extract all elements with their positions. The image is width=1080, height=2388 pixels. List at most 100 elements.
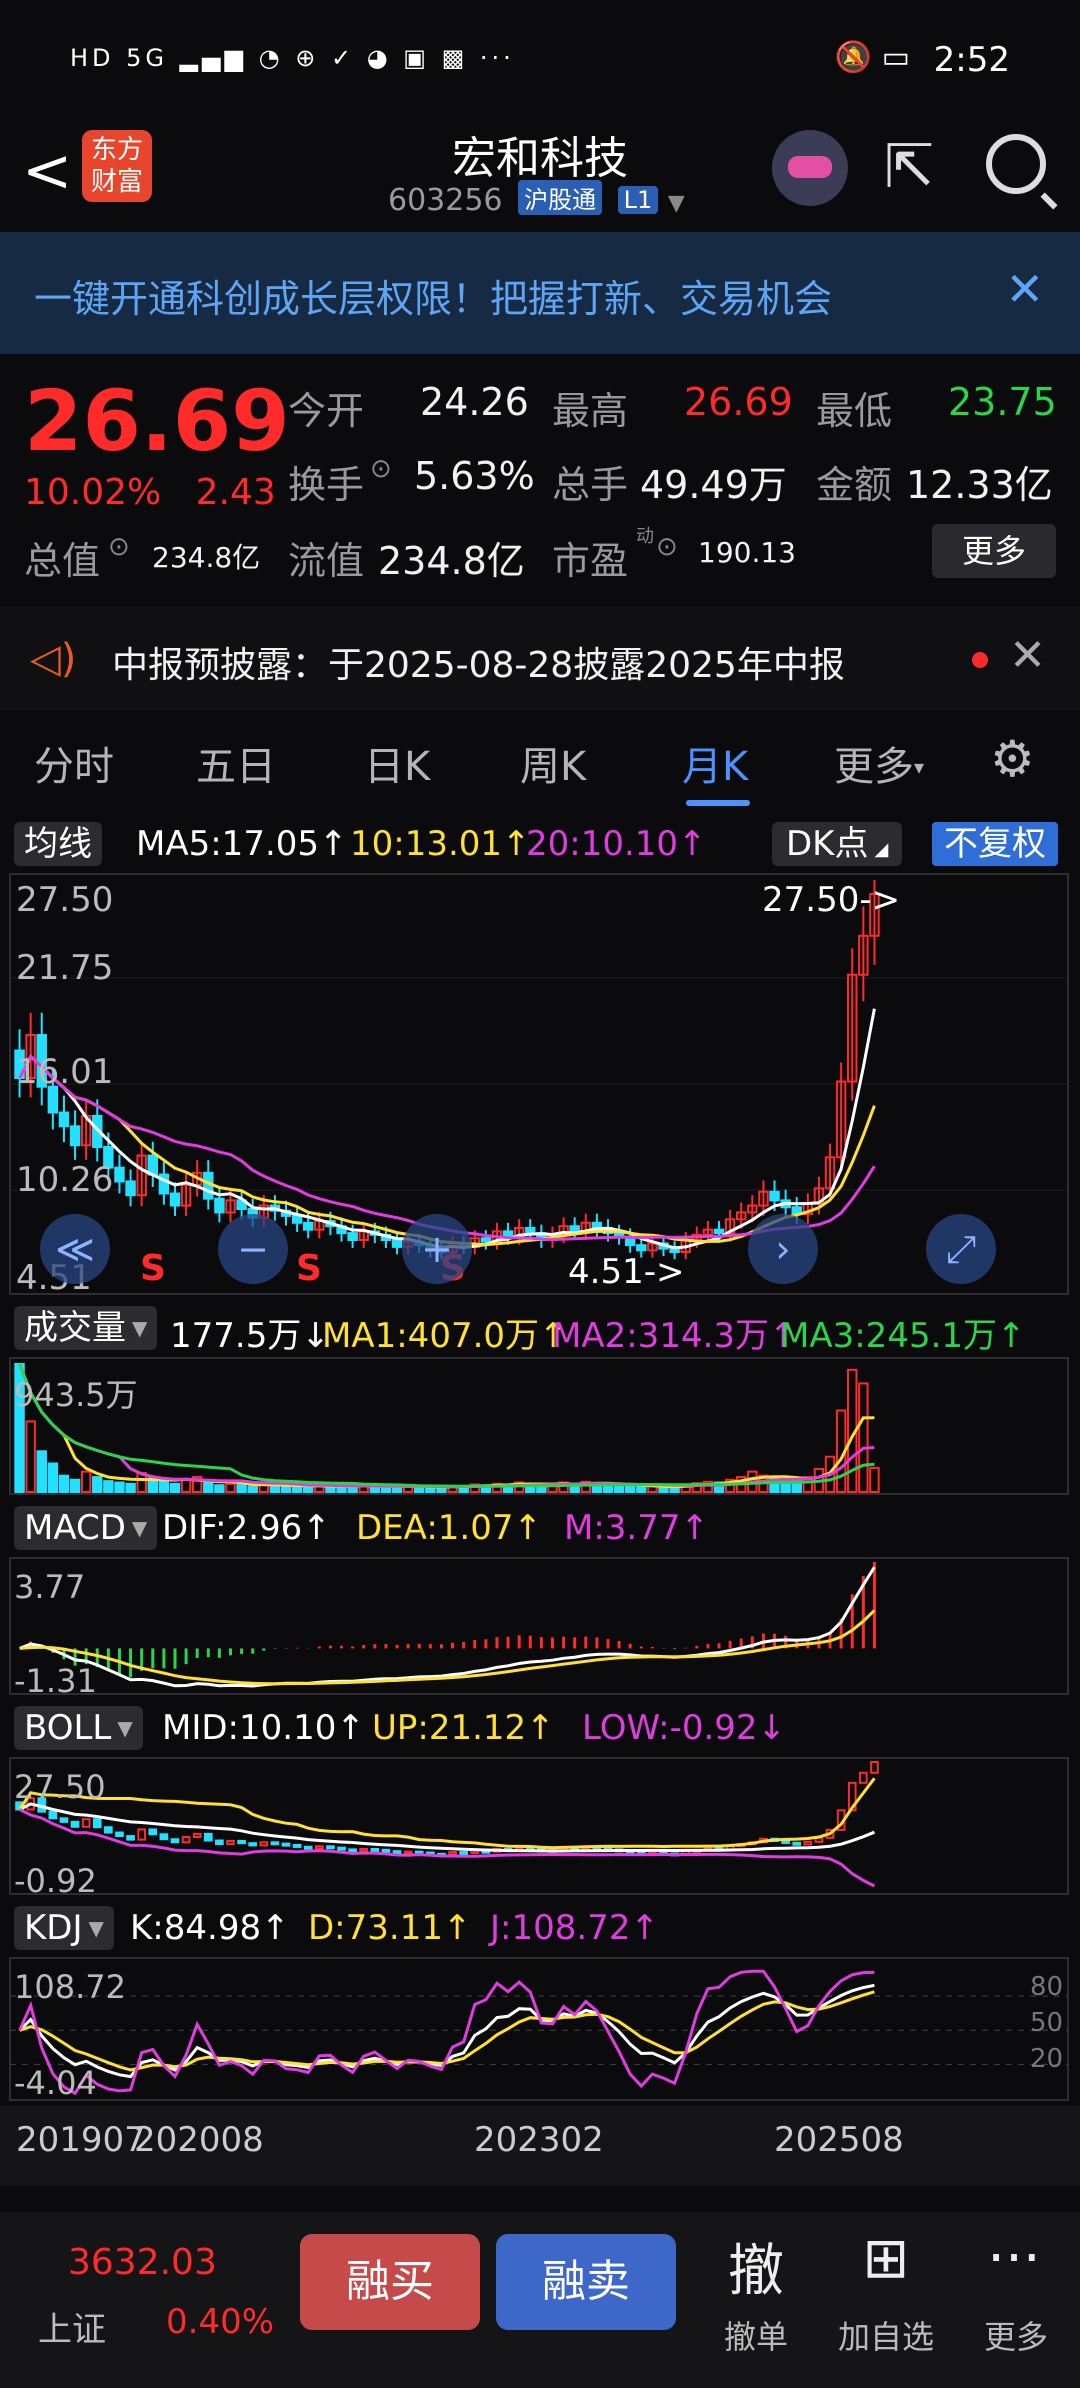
tab-five-day[interactable]: 五日: [196, 734, 276, 792]
scroll-right-icon[interactable]: ›: [748, 1214, 818, 1284]
info-icon[interactable]: ⊙: [656, 532, 678, 562]
y-label-top: 27.50: [16, 880, 114, 920]
macd-chart[interactable]: [0, 1556, 1080, 1696]
close-icon[interactable]: ✕: [1009, 630, 1046, 681]
fullscreen-icon[interactable]: ⤢: [926, 1214, 996, 1284]
candle-body: [69, 1125, 81, 1147]
volume-bar: [92, 1476, 103, 1494]
boll-candle: [248, 1842, 258, 1847]
close-icon[interactable]: ✕: [1005, 262, 1044, 316]
chevron-down-icon: ▼: [667, 191, 685, 216]
volume-chart[interactable]: [0, 1356, 1080, 1496]
boll-candle: [870, 1761, 879, 1774]
scroll-left-icon[interactable]: ≪: [40, 1214, 110, 1284]
zoom-out-icon[interactable]: −: [218, 1214, 288, 1284]
volume-bar: [869, 1466, 880, 1493]
info-icon[interactable]: ⊙: [370, 454, 392, 484]
turnover-value: 5.63%: [414, 454, 535, 498]
margin-sell-button[interactable]: 融卖: [496, 2234, 676, 2330]
dk-point-button[interactable]: DK点 ◢: [772, 822, 903, 866]
chart-frame: [9, 1357, 1069, 1495]
gear-icon[interactable]: ⚙: [990, 730, 1035, 788]
volume-bar: [291, 1485, 303, 1494]
share-icon[interactable]: ⇱: [884, 132, 934, 202]
last-price: 26.69: [24, 372, 290, 470]
float-label: 流值: [288, 539, 365, 583]
ma-legend-row: 均线 MA5:17.05↑ 10:13.01↑ 20:10.10↑ DK点 ◢ 不…: [0, 818, 1080, 868]
volume-bar: [169, 1482, 181, 1494]
tab-daily-k[interactable]: 日K: [364, 734, 430, 792]
boll-selector-button[interactable]: BOLL ▼: [14, 1706, 143, 1750]
macd-dea: DEA:1.07↑: [356, 1508, 542, 1548]
boll-candle: [459, 1851, 468, 1856]
index-value[interactable]: 3632.03: [68, 2242, 217, 2283]
kline-chart[interactable]: [0, 872, 1080, 1296]
boll-candle: [337, 1846, 346, 1851]
candle-body: [214, 1197, 225, 1214]
stock-code: 603256: [388, 183, 503, 218]
more-label[interactable]: 更多: [946, 2312, 1080, 2358]
boll-candle: [359, 1847, 369, 1853]
boll-candle: [81, 1818, 91, 1828]
notice-bar[interactable]: ◁) 中报预披露：于2025-08-28披露2025年中报 ✕: [0, 606, 1080, 710]
boll-candle: [148, 1828, 158, 1836]
boll-candle: [326, 1845, 335, 1850]
volume-bar: [280, 1484, 292, 1493]
macd-selector-button[interactable]: MACD ▼: [14, 1506, 158, 1550]
x-label: 201907: [16, 2120, 146, 2160]
ma10-value: 10:13.01↑: [350, 824, 531, 864]
boll-candle: [170, 1838, 180, 1844]
boll-chart[interactable]: [0, 1756, 1080, 1896]
volume-bar: [236, 1483, 247, 1494]
assistant-robot-icon[interactable]: [772, 130, 848, 206]
tab-monthly-k[interactable]: 月K: [682, 734, 748, 792]
tab-intraday[interactable]: 分时: [34, 734, 114, 792]
ma20-value: 20:10.10↑: [526, 824, 707, 864]
zoom-in-icon[interactable]: +: [402, 1214, 472, 1284]
boll-low: LOW:-0.92↓: [582, 1708, 787, 1748]
boll-candle: [370, 1847, 380, 1852]
stock-code-line[interactable]: 603256 沪股通 L1 ▼: [388, 180, 685, 218]
add-watchlist-icon[interactable]: ⊞: [826, 2226, 946, 2291]
more-icon[interactable]: ···: [954, 2226, 1074, 2291]
index-percent[interactable]: 0.40%: [166, 2302, 274, 2342]
low-label: 最低: [816, 389, 893, 433]
boll-candle: [448, 1851, 457, 1856]
volume-bar: [391, 1486, 403, 1494]
boll-candle: [70, 1820, 80, 1828]
cancel-order-label[interactable]: 撤单: [686, 2312, 826, 2358]
volume-bar: [247, 1485, 258, 1494]
more-quote-button[interactable]: 更多: [932, 524, 1056, 578]
tab-more[interactable]: 更多▾: [834, 734, 924, 792]
info-icon[interactable]: ⊙: [108, 532, 130, 562]
candle-body: [713, 1228, 725, 1235]
boll-candle: [48, 1810, 58, 1820]
boll-candle: [104, 1826, 113, 1834]
pe-superscript: 动: [636, 526, 654, 547]
boll-candle: [137, 1828, 147, 1841]
volume-ma3-line: [18, 1363, 875, 1488]
margin-buy-button[interactable]: 融买: [300, 2234, 480, 2330]
kdj-y-top: 108.72: [14, 1968, 126, 2006]
no-adjust-button[interactable]: 不复权: [932, 822, 1058, 866]
volume-bar: [114, 1481, 125, 1494]
boll-candle: [381, 1848, 391, 1853]
high-price-marker: 27.50->: [762, 880, 901, 920]
kdj-ref-80: 80: [1030, 1972, 1064, 2002]
volume-ma2-line: [18, 1363, 875, 1489]
macd-y-top: 3.77: [14, 1568, 86, 1606]
promo-banner[interactable]: 一键开通科创成长层权限！把握打新、交易机会 ✕: [0, 232, 1080, 354]
volume-bar: [58, 1474, 70, 1493]
volume-bar: [636, 1486, 647, 1494]
kdj-chart[interactable]: [0, 1956, 1080, 2102]
tab-weekly-k[interactable]: 周K: [520, 734, 586, 792]
add-watchlist-label[interactable]: 加自选: [816, 2312, 956, 2358]
index-name[interactable]: 上证: [38, 2302, 106, 2351]
kdj-selector-button[interactable]: KDJ ▼: [14, 1906, 114, 1950]
candle-body: [769, 1190, 780, 1202]
ma-selector-button[interactable]: 均线: [14, 822, 102, 866]
volume-selector-button[interactable]: 成交量 ▼: [14, 1306, 158, 1350]
search-icon[interactable]: [986, 134, 1046, 194]
promo-text: 一键开通科创成长层权限！把握打新、交易机会: [34, 277, 833, 321]
cancel-order-icon[interactable]: 撤: [696, 2226, 816, 2307]
